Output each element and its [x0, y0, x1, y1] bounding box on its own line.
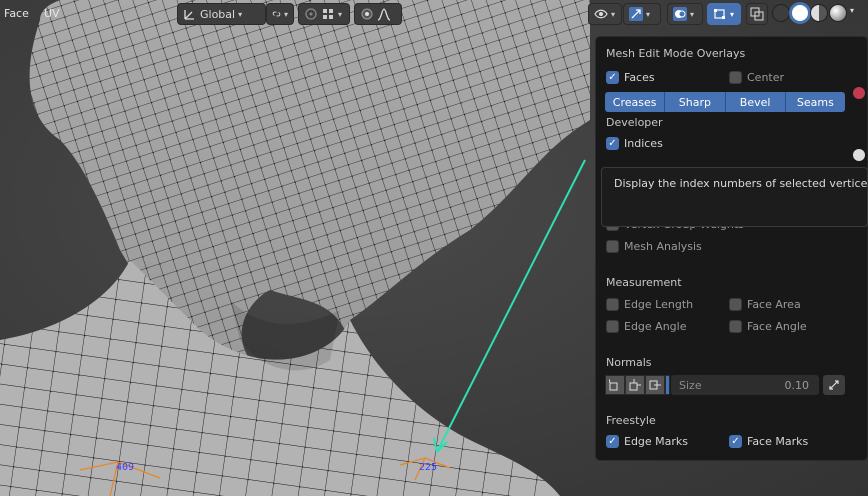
edge-marks-label: Edge Marks	[624, 435, 689, 448]
menu-uv[interactable]: UV	[44, 7, 60, 20]
pivot-point-dropdown[interactable]: ▾	[266, 3, 294, 25]
overlays-icon	[673, 7, 687, 21]
face-normals-button[interactable]	[645, 375, 665, 395]
checkbox-box	[606, 298, 619, 311]
checkbox-box	[729, 71, 742, 84]
checkbox-box	[729, 298, 742, 311]
vertex-normals-button[interactable]	[605, 375, 625, 395]
rendered-shading-icon[interactable]	[829, 4, 847, 22]
expand-icon	[829, 380, 839, 390]
edge-angle-label: Edge Angle	[624, 320, 687, 333]
viewport-header: Face UV Global ▾ ▾ ▾ ▾ ▾ ▾ ▾ ▾	[0, 0, 868, 28]
face-angle-label: Face Angle	[747, 320, 807, 333]
normal-size-field[interactable]: Size 0.10	[671, 375, 819, 395]
popover-title: Mesh Edit Mode Overlays	[606, 47, 746, 60]
creases-toggle[interactable]: Creases	[605, 92, 666, 112]
check-icon: ✓	[606, 435, 619, 448]
material-shading-icon[interactable]	[810, 4, 828, 22]
sharp-toggle[interactable]: Sharp	[665, 92, 726, 112]
checkbox-box	[729, 320, 742, 333]
bevel-toggle[interactable]: Bevel	[725, 92, 786, 112]
vertex-index-label: 225	[419, 462, 438, 473]
chevron-down-icon: ▾	[611, 9, 616, 19]
split-normal-icon	[629, 379, 641, 391]
chevron-down-icon: ▾	[690, 9, 695, 19]
snap-icon	[305, 8, 317, 20]
face-normal-icon	[649, 380, 661, 390]
vertex-index-label: 409	[116, 462, 135, 473]
center-checkbox[interactable]: Center	[729, 71, 784, 84]
mesh-edit-overlays-dropdown[interactable]: ▾	[707, 3, 741, 25]
menu-face[interactable]: Face	[4, 7, 29, 20]
size-label: Size	[679, 378, 702, 392]
orientation-label: Global	[200, 7, 236, 21]
snap-target-icon	[323, 9, 333, 19]
constant-screen-size-button[interactable]	[823, 375, 845, 395]
check-icon: ✓	[606, 137, 619, 150]
proportional-icon	[361, 8, 373, 20]
chevron-down-icon[interactable]: ▾	[850, 6, 854, 15]
faces-checkbox[interactable]: ✓ Faces	[606, 71, 655, 84]
falloff-curve-icon	[377, 8, 391, 21]
face-marks-label: Face Marks	[747, 435, 809, 448]
normals-active-indicator	[665, 375, 670, 395]
check-icon: ✓	[606, 71, 619, 84]
face-area-checkbox[interactable]: Face Area	[729, 298, 801, 311]
chevron-down-icon: ▾	[283, 9, 288, 19]
chevron-down-icon: ▾	[646, 9, 651, 19]
proportional-editing-dropdown[interactable]: ▾	[298, 3, 350, 25]
faces-label: Faces	[624, 71, 655, 84]
face-area-label: Face Area	[747, 298, 801, 311]
mesh-overlay-icon	[714, 9, 725, 19]
visibility-dropdown[interactable]: ▾	[588, 3, 622, 25]
mesh-analysis-checkbox[interactable]: Mesh Analysis	[606, 240, 702, 253]
link-icon	[272, 11, 281, 17]
xray-icon	[750, 7, 764, 21]
eye-icon	[594, 9, 608, 19]
indices-checkbox[interactable]: ✓ Indices	[606, 137, 663, 150]
edge-length-label: Edge Length	[624, 298, 694, 311]
edge-angle-checkbox[interactable]: Edge Angle	[606, 320, 686, 333]
edge-display-toggles: Creases Sharp Bevel Seams	[605, 92, 845, 112]
gizmo-dropdown[interactable]: ▾	[623, 3, 661, 25]
center-label: Center	[747, 71, 785, 84]
split-normals-button[interactable]	[625, 375, 645, 395]
checkbox-box	[606, 240, 619, 253]
wireframe-shading-icon[interactable]	[772, 4, 790, 22]
proportional-falloff[interactable]	[354, 3, 402, 25]
indices-label: Indices	[624, 137, 663, 150]
normals-title: Normals	[606, 356, 652, 369]
orientation-icon	[184, 10, 194, 20]
edge-length-checkbox[interactable]: Edge Length	[606, 298, 693, 311]
check-icon: ✓	[729, 435, 742, 448]
transform-orientation-dropdown[interactable]: Global ▾	[177, 3, 266, 25]
edge-marks-checkbox[interactable]: ✓ Edge Marks	[606, 435, 688, 448]
measurement-title: Measurement	[606, 276, 682, 289]
face-angle-checkbox[interactable]: Face Angle	[729, 320, 807, 333]
freestyle-title: Freestyle	[606, 414, 656, 427]
face-marks-checkbox[interactable]: ✓ Face Marks	[729, 435, 808, 448]
indices-tooltip: Display the index numbers of selected ve…	[601, 167, 868, 227]
camera-icon[interactable]	[852, 148, 866, 162]
developer-title: Developer	[606, 116, 663, 129]
tooltip-text: Display the index numbers of selected ve…	[614, 177, 868, 190]
normals-display-buttons	[605, 375, 670, 395]
solid-shading-icon[interactable]	[791, 4, 809, 22]
mesh-analysis-label: Mesh Analysis	[624, 240, 702, 253]
vertex-normal-icon	[609, 379, 618, 391]
chevron-down-icon: ▾	[730, 9, 735, 19]
overlays-dropdown[interactable]: ▾	[667, 3, 703, 25]
record-icon[interactable]	[852, 86, 866, 100]
size-value: 0.10	[784, 378, 810, 392]
checkbox-box	[606, 320, 619, 333]
chevron-down-icon: ▾	[338, 9, 343, 19]
chevron-down-icon: ▾	[238, 9, 243, 19]
seams-toggle[interactable]: Seams	[785, 92, 845, 112]
xray-toggle[interactable]	[746, 3, 768, 25]
gizmo-icon	[629, 7, 643, 21]
mesh-edit-overlays-popover: Mesh Edit Mode Overlays ✓ Faces Center C…	[595, 36, 868, 461]
